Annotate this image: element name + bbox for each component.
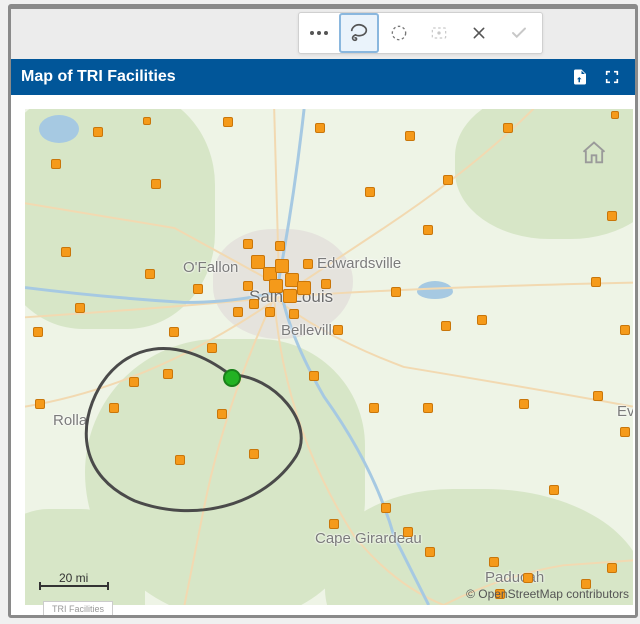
fullscreen-button[interactable] — [599, 64, 625, 90]
panel-title: Map of TRI Facilities — [21, 68, 176, 86]
export-button[interactable] — [567, 64, 593, 90]
scale-bar: 20 mi — [39, 577, 109, 595]
lasso-cursor-dot — [223, 369, 241, 387]
scale-label: 20 mi — [59, 571, 88, 585]
map-attribution: © OpenStreetMap contributors — [466, 587, 629, 601]
circle-select-button[interactable] — [379, 13, 419, 53]
lasso-select-button[interactable] — [339, 13, 379, 53]
panel-title-bar: Map of TRI Facilities — [11, 59, 635, 95]
bottom-tab[interactable]: TRI Facilities — [43, 601, 113, 616]
lasso-path — [25, 109, 633, 605]
cancel-selection-button[interactable] — [459, 13, 499, 53]
ellipsis-icon — [310, 31, 328, 35]
dashed-circle-icon — [389, 23, 409, 43]
rectangle-select-button[interactable] — [419, 13, 459, 53]
home-icon — [579, 139, 609, 167]
more-options-button[interactable] — [299, 13, 339, 53]
dashed-rect-icon — [429, 23, 449, 43]
confirm-selection-button[interactable] — [499, 13, 539, 53]
export-icon — [571, 68, 589, 86]
fullscreen-icon — [604, 69, 620, 85]
check-icon — [510, 24, 528, 42]
close-icon — [471, 25, 487, 41]
lasso-icon — [348, 22, 370, 44]
map-canvas[interactable]: O'Fallon Saint Louis Edwardsville Bellev… — [25, 109, 633, 605]
reset-view-button[interactable] — [579, 139, 609, 167]
selection-toolbar — [298, 12, 543, 54]
